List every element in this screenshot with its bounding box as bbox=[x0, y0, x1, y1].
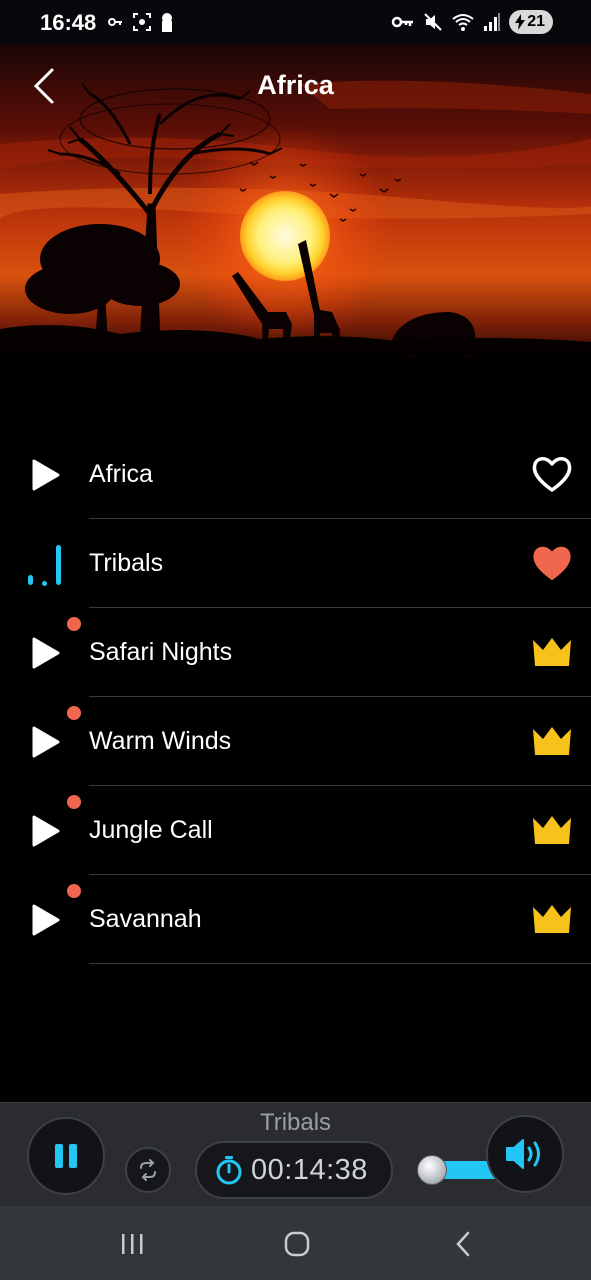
crown-icon bbox=[533, 638, 571, 666]
track-row-warm-winds[interactable]: Warm Winds bbox=[0, 697, 591, 786]
pause-button[interactable] bbox=[27, 1117, 105, 1195]
charging-icon bbox=[515, 14, 526, 30]
track-name: Warm Winds bbox=[89, 727, 232, 755]
play-icon[interactable] bbox=[28, 903, 64, 937]
home-button[interactable] bbox=[277, 1228, 317, 1260]
status-left-icons bbox=[108, 12, 174, 32]
heart-filled-icon[interactable] bbox=[531, 543, 573, 583]
home-icon bbox=[284, 1231, 310, 1257]
battery-indicator: 21 bbox=[509, 10, 553, 34]
track-row-africa[interactable]: Africa bbox=[0, 430, 591, 519]
track-list: Africa Tribals Safari Nights Warm Winds … bbox=[0, 430, 591, 964]
play-icon[interactable] bbox=[28, 725, 64, 759]
system-back-button[interactable] bbox=[443, 1228, 483, 1260]
status-right-icons: 21 bbox=[391, 10, 553, 34]
keyhole-icon bbox=[162, 13, 172, 32]
pause-icon bbox=[55, 1144, 77, 1168]
vpn-key-icon bbox=[391, 16, 414, 28]
mute-icon bbox=[424, 13, 442, 31]
track-row-jungle-call[interactable]: Jungle Call bbox=[0, 786, 591, 875]
back-icon bbox=[456, 1231, 470, 1257]
page-title: Africa bbox=[257, 70, 334, 100]
track-name: Safari Nights bbox=[89, 638, 233, 666]
screenshot-icon bbox=[133, 13, 151, 31]
crown-icon bbox=[533, 816, 571, 844]
play-icon[interactable] bbox=[28, 458, 64, 492]
player-bar: Tribals 00:14:38 bbox=[0, 1102, 591, 1206]
track-row-tribals[interactable]: Tribals bbox=[0, 519, 591, 608]
status-time: 16:48 bbox=[40, 10, 97, 35]
new-badge-dot bbox=[67, 884, 81, 898]
battery-level: 21 bbox=[527, 13, 545, 30]
recent-apps-button[interactable] bbox=[112, 1228, 152, 1260]
track-name: Savannah bbox=[89, 905, 202, 933]
track-name: Jungle Call bbox=[89, 816, 213, 844]
timer-text: 00:14:38 bbox=[251, 1153, 368, 1186]
repeat-icon bbox=[140, 1159, 156, 1181]
track-name: Tribals bbox=[89, 549, 164, 577]
new-badge-dot bbox=[67, 706, 81, 720]
wifi-icon bbox=[452, 14, 474, 31]
play-icon[interactable] bbox=[28, 636, 64, 670]
volume-slider-handle[interactable] bbox=[417, 1155, 447, 1185]
speaker-icon bbox=[506, 1139, 540, 1169]
volume-button[interactable] bbox=[486, 1115, 564, 1193]
track-row-safari-nights[interactable]: Safari Nights bbox=[0, 608, 591, 697]
signal-icon bbox=[484, 13, 501, 31]
status-bar: 16:48 21 bbox=[0, 0, 591, 44]
crown-icon bbox=[533, 905, 571, 933]
repeat-button[interactable] bbox=[125, 1147, 171, 1193]
crown-icon bbox=[533, 727, 571, 755]
recent-apps-icon bbox=[122, 1234, 143, 1254]
track-row-savannah[interactable]: Savannah bbox=[0, 875, 591, 964]
heart-outline-icon[interactable] bbox=[531, 454, 573, 494]
new-badge-dot bbox=[67, 795, 81, 809]
key-icon bbox=[108, 18, 122, 26]
sleep-timer[interactable]: 00:14:38 bbox=[195, 1141, 393, 1199]
play-icon[interactable] bbox=[28, 814, 64, 848]
track-name: Africa bbox=[89, 460, 153, 488]
now-playing-bars-icon bbox=[28, 545, 61, 586]
stopwatch-icon bbox=[216, 1156, 242, 1185]
row-divider bbox=[89, 963, 591, 964]
system-nav-bar bbox=[0, 1206, 591, 1280]
new-badge-dot bbox=[67, 617, 81, 631]
